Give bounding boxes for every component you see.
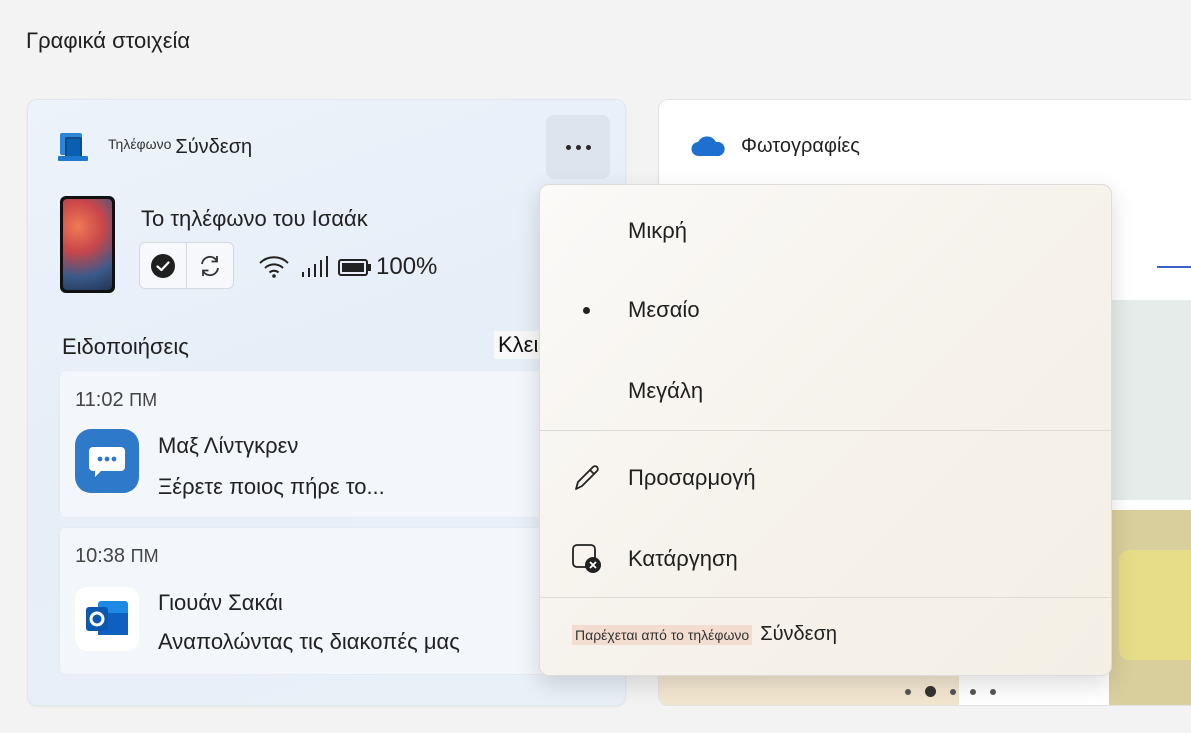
widgets-board: Γραφικά στοιχεία Τηλέφωνο Σύνδεση Το τηλ… [0,0,1191,733]
sync-button[interactable] [186,243,233,288]
remove-widget-icon [572,544,601,573]
menu-divider [540,597,1111,598]
notifications-heading: Ειδοποιήσεις [62,334,189,359]
check-circle-icon [151,253,175,278]
more-options-button[interactable] [546,115,610,179]
provider-link[interactable]: Σύνδεση [760,623,837,646]
widget-app-name: Τηλέφωνο [108,136,172,152]
menu-item-size-small[interactable]: Μικρή [540,201,1111,261]
battery-level: 100% [376,253,438,280]
menu-item-size-medium[interactable]: Μεσαίο [540,280,1111,340]
notification-card[interactable]: 11:02 ΠΜ Μαξ Λίντγκρεν Ξέρετε ποιος πήρε… [59,370,599,518]
notification-time: 10:38 ΠΜ [75,545,159,567]
widget-context-menu: Μικρή Μεσαίο Μεγάλη Προσαρμογή Κατάργηση [539,184,1112,676]
menu-item-label: Μεγάλη [628,378,704,403]
pager-dot[interactable] [950,688,956,695]
onedrive-cloud-icon [691,136,725,157]
menu-item-label: Μικρή [628,218,687,243]
pager [905,686,996,697]
pager-dot[interactable] [905,688,911,695]
battery-icon [338,259,371,276]
menu-divider [540,430,1111,431]
pager-dot[interactable] [990,688,996,695]
phone-status: 100% [258,250,437,284]
phone-link-icon [58,132,88,162]
notification-message: Ξέρετε ποιος πήρε το... [158,474,385,499]
menu-item-label: Κατάργηση [628,546,738,571]
signal-icon [302,256,328,277]
provider-text: Παρέχεται από το τηλέφωνο [572,625,753,645]
notification-sender: Μαξ Λίντγκρεν [158,433,299,458]
device-name: Το τηλέφωνο του Ισαάκ [141,206,368,231]
device-actions [139,242,234,289]
more-dot [565,144,571,150]
menu-item-label: Προσαρμογή [628,465,756,490]
menu-item-customize[interactable]: Προσαρμογή [540,448,1111,508]
selected-bullet-icon [583,306,590,314]
outlook-icon [75,587,139,651]
pager-dot[interactable] [970,688,976,695]
connected-check-button[interactable] [140,243,186,288]
notification-time: 11:02 ΠΜ [75,389,158,411]
widget-title: Σύνδεση [175,135,253,158]
phone-thumbnail [60,196,115,293]
pager-dot-active[interactable] [925,686,936,697]
pencil-icon [575,465,599,490]
notification-card[interactable]: 10:38 ΠΜ Γιουάν Σακάι Αναπολώντας τις δι… [59,527,599,675]
menu-item-size-large[interactable]: Μεγάλη [540,361,1111,421]
notification-message: Αναπολώντας τις διακοπές μας [158,629,460,654]
sync-icon [201,255,219,276]
widget-header: Φωτογραφίες [691,134,860,158]
wifi-icon [259,256,289,278]
widget-title: Φωτογραφίες [741,134,860,157]
more-dot [575,144,581,150]
phone-link-widget[interactable]: Τηλέφωνο Σύνδεση Το τηλέφωνο του Ισαάκ 1… [27,99,626,706]
menu-item-label: Μεσαίο [628,297,700,322]
menu-footer: Παρέχεται από το τηλέφωνο Σύνδεση [572,623,837,646]
messages-icon [75,429,139,493]
more-dot [585,144,591,150]
widget-header: Τηλέφωνο Σύνδεση [58,131,252,163]
notification-sender: Γιουάν Σακάι [158,590,283,615]
page-title: Γραφικά στοιχεία [26,28,191,53]
menu-item-remove[interactable]: Κατάργηση [540,529,1111,589]
